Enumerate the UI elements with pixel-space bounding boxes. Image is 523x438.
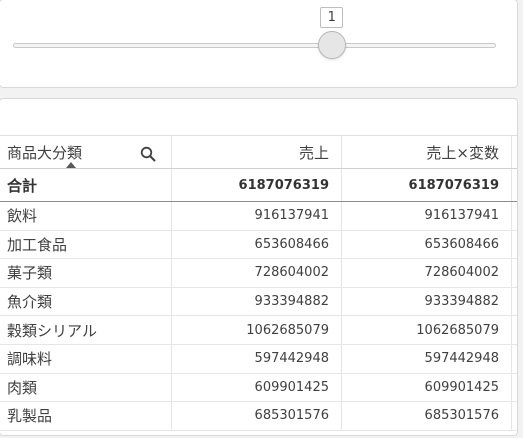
- scroll-gutter: [511, 169, 517, 201]
- table-row[interactable]: 飲料 916137941 916137941: [0, 202, 517, 231]
- row-value-measure2: 933394882: [341, 287, 511, 316]
- row-value-measure2: 916137941: [341, 202, 511, 230]
- table-row[interactable]: 肉類 609901425 609901425: [0, 373, 517, 403]
- scroll-gutter: [511, 202, 517, 230]
- slider-thumb[interactable]: [317, 31, 346, 59]
- row-value-measure1: 1062685079: [171, 316, 341, 344]
- column-header-measure1[interactable]: 売上: [171, 136, 341, 168]
- row-value-measure2: 728604002: [341, 259, 511, 287]
- slider-panel: 1: [0, 0, 518, 88]
- scroll-gutter: [511, 344, 517, 373]
- row-value-measure1: 685301576: [171, 402, 341, 430]
- table-panel: 商品大分類 売上 売上×変数 合計 6187076319 6187076319 …: [0, 98, 518, 436]
- slider-track[interactable]: [13, 43, 496, 48]
- row-value-measure2: 653608466: [341, 230, 511, 259]
- row-value-measure1: 728604002: [171, 259, 341, 287]
- table-row[interactable]: 菓子類 728604002 728604002: [0, 259, 517, 288]
- table-row[interactable]: 魚介類 933394882 933394882: [0, 287, 517, 317]
- scroll-gutter: [511, 136, 517, 168]
- column-header-label: 売上×変数: [426, 143, 499, 162]
- table-row[interactable]: 調味料 597442948 597442948: [0, 344, 517, 374]
- scroll-gutter: [511, 316, 517, 344]
- table-row[interactable]: 乳製品 685301576 685301576: [0, 402, 517, 431]
- scroll-gutter: [511, 259, 517, 287]
- search-icon[interactable]: [140, 146, 156, 162]
- scroll-gutter: [511, 287, 517, 316]
- scroll-gutter: [511, 402, 517, 430]
- row-value-measure1: 609901425: [171, 373, 341, 402]
- row-value-measure1: 653608466: [171, 230, 341, 259]
- total-row: 合計 6187076319 6187076319: [0, 169, 517, 202]
- row-label[interactable]: 飲料: [0, 202, 171, 230]
- row-value-measure2: 1062685079: [341, 316, 511, 344]
- total-value-measure2: 6187076319: [341, 169, 511, 201]
- slider-value-label: 1: [320, 7, 344, 28]
- row-value-measure1: 916137941: [171, 202, 341, 230]
- column-header-dimension[interactable]: 商品大分類: [0, 136, 171, 168]
- column-header-label: 売上: [298, 143, 329, 162]
- data-table: 商品大分類 売上 売上×変数 合計 6187076319 6187076319 …: [0, 135, 517, 431]
- sort-ascending-icon: [66, 162, 76, 168]
- column-header-measure2[interactable]: 売上×変数: [341, 136, 511, 168]
- table-row[interactable]: 加工食品 653608466 653608466: [0, 230, 517, 260]
- table-row[interactable]: 穀類シリアル 1062685079 1062685079: [0, 316, 517, 345]
- total-label: 合計: [7, 176, 38, 195]
- row-label[interactable]: 魚介類: [0, 288, 171, 316]
- row-label[interactable]: 穀類シリアル: [0, 316, 171, 344]
- table-header-row: 商品大分類 売上 売上×変数: [0, 135, 517, 169]
- row-value-measure2: 609901425: [341, 373, 511, 402]
- row-label[interactable]: 乳製品: [0, 402, 171, 430]
- row-label[interactable]: 調味料: [0, 345, 171, 373]
- column-header-label: 商品大分類: [7, 143, 83, 162]
- row-label[interactable]: 肉類: [0, 374, 171, 402]
- scroll-gutter: [511, 373, 517, 402]
- row-value-measure1: 597442948: [171, 344, 341, 373]
- row-value-measure2: 685301576: [341, 402, 511, 430]
- row-label[interactable]: 菓子類: [0, 259, 171, 287]
- total-value-measure1: 6187076319: [171, 169, 341, 201]
- row-value-measure2: 597442948: [341, 344, 511, 373]
- scroll-gutter: [511, 230, 517, 259]
- row-value-measure1: 933394882: [171, 287, 341, 316]
- row-label[interactable]: 加工食品: [0, 231, 171, 259]
- table-body: 飲料 916137941 916137941 加工食品 653608466 6536084…: [0, 202, 517, 431]
